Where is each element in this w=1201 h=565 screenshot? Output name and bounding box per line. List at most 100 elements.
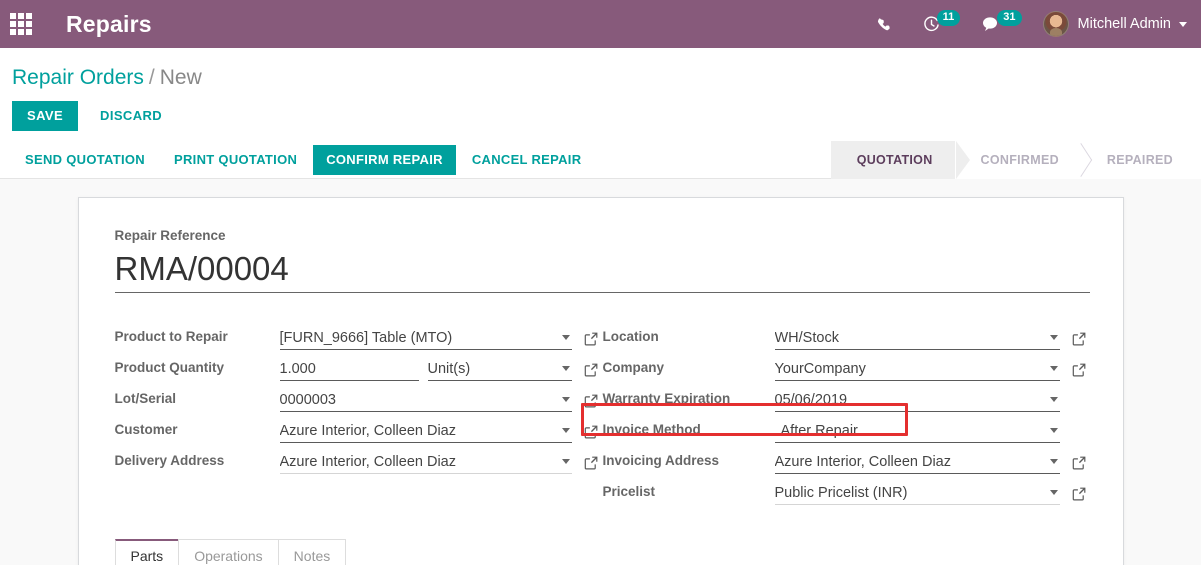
form-row-company: Company YourCompany <box>603 350 1087 381</box>
form-row-invoicing-address: Invoicing Address Azure Interior, Colleen… <box>603 443 1087 474</box>
form-row-invoice-method: Invoice Method After Repair <box>603 412 1087 443</box>
chevron-down-icon[interactable] <box>1049 335 1058 340</box>
avatar <box>1042 11 1069 37</box>
external-link-icon[interactable] <box>583 455 599 471</box>
external-link-icon[interactable] <box>583 393 599 409</box>
status-step-repaired[interactable]: REPAIRED <box>1080 141 1201 179</box>
chevron-down-icon[interactable] <box>561 459 570 464</box>
repair-reference-input[interactable]: RMA/00004 <box>114 249 1090 293</box>
save-discard-row: SAVE DISCARD <box>0 92 1201 141</box>
chevron-down-icon[interactable] <box>1049 397 1058 402</box>
activity-count-badge: 11 <box>936 10 961 26</box>
notebook-tabs: Parts Operations Notes <box>114 539 1087 565</box>
user-menu[interactable]: Mitchell Admin <box>1033 0 1193 48</box>
external-link-icon[interactable] <box>1071 331 1087 347</box>
field-value-invoice-method: After Repair <box>780 423 858 439</box>
chevron-down-icon[interactable] <box>1049 428 1058 433</box>
save-button[interactable]: SAVE <box>12 101 79 131</box>
phone-button[interactable] <box>866 0 912 48</box>
action-button-send-quotation[interactable]: SEND QUOTATION <box>12 145 158 175</box>
repair-reference-label: Repair Reference <box>114 228 226 243</box>
field-label-location: Location <box>602 329 659 344</box>
form-column-right: Location WH/Stock Company YourCompany Warran… <box>603 319 1087 505</box>
messages-button[interactable]: 31 <box>971 0 1032 48</box>
external-link-icon[interactable] <box>583 424 599 440</box>
field-input-location[interactable]: WH/Stock <box>774 330 1060 350</box>
breadcrumb-separator: / <box>148 66 155 89</box>
field-value-pricelist: Public Pricelist (INR) <box>774 485 908 501</box>
form-row-customer: Customer Azure Interior, Colleen Diaz <box>115 412 599 443</box>
phone-icon <box>877 17 892 32</box>
control-panel: Repair Orders / New SAVE DISCARD <box>0 48 1201 141</box>
field-value-delivery-address: Azure Interior, Colleen Diaz <box>279 454 457 470</box>
action-button-confirm-repair[interactable]: CONFIRM REPAIR <box>313 144 456 175</box>
form-row-delivery-address: Delivery Address Azure Interior, Colleen … <box>115 443 599 474</box>
chevron-down-icon[interactable] <box>1049 490 1058 495</box>
navbar-right-tools: 11 31 Mitchell Admin <box>866 0 1193 48</box>
breadcrumb-root-link[interactable]: Repair Orders <box>12 66 144 89</box>
chevron-down-icon[interactable] <box>561 366 570 371</box>
field-value-company: YourCompany <box>774 361 866 377</box>
breadcrumb: Repair Orders / New <box>0 58 1201 92</box>
activity-button[interactable]: 11 <box>912 0 972 48</box>
field-label-lot-serial: Lot/Serial <box>114 391 177 406</box>
action-button-cancel-repair[interactable]: CANCEL REPAIR <box>459 145 595 175</box>
form-row-pricelist: Pricelist Public Pricelist (INR) <box>603 474 1087 505</box>
field-label-invoicing-address: Invoicing Address <box>602 453 720 468</box>
field-label-pricelist: Pricelist <box>602 484 656 499</box>
field-value-warranty-expiration: 05/06/2019 <box>774 392 848 408</box>
external-link-icon[interactable] <box>1071 362 1087 378</box>
field-label-product-quantity: Product Quantity <box>114 360 225 375</box>
action-button-print-quotation[interactable]: PRINT QUOTATION <box>161 145 310 175</box>
tab-notes[interactable]: Notes <box>277 539 347 565</box>
field-input-invoice-method[interactable]: After Repair <box>774 423 1060 443</box>
field-input-uom[interactable]: Unit(s) <box>427 361 572 381</box>
field-input-delivery-address[interactable]: Azure Interior, Colleen Diaz <box>279 454 572 474</box>
status-bar: QUOTATION CONFIRMED REPAIRED <box>830 141 1201 179</box>
field-input-lot-serial[interactable]: 0000003 <box>279 392 572 412</box>
discard-button[interactable]: DISCARD <box>90 101 172 131</box>
tab-parts[interactable]: Parts <box>114 539 180 565</box>
field-value-lot-serial: 0000003 <box>279 392 336 408</box>
field-input-company[interactable]: YourCompany <box>774 361 1060 381</box>
form-sheet-area: Repair Reference RMA/00004 Product to Re… <box>0 179 1201 565</box>
field-label-warranty-expiration: Warranty Expiration <box>602 391 731 406</box>
status-step-confirmed[interactable]: CONFIRMED <box>954 141 1081 179</box>
chevron-down-icon[interactable] <box>561 335 570 340</box>
status-step-quotation[interactable]: QUOTATION <box>830 141 955 179</box>
external-link-icon[interactable] <box>1071 486 1087 502</box>
apps-grid-icon[interactable] <box>10 13 32 35</box>
field-label-invoice-method: Invoice Method <box>602 422 701 437</box>
chevron-down-icon[interactable] <box>561 428 570 433</box>
field-input-product-to-repair[interactable]: [FURN_9666] Table (MTO) <box>279 330 572 350</box>
chevron-down-icon[interactable] <box>561 397 570 402</box>
field-value-uom: Unit(s) <box>427 361 471 377</box>
top-navbar: Repairs 11 31 Mitchell Admin <box>0 0 1201 48</box>
field-label-delivery-address: Delivery Address <box>114 453 225 468</box>
field-label-product-to-repair: Product to Repair <box>114 329 228 344</box>
field-input-product-quantity[interactable]: 1.000 <box>279 361 419 381</box>
form-row-lot-serial: Lot/Serial 0000003 <box>115 381 599 412</box>
chevron-down-icon[interactable] <box>1049 366 1058 371</box>
field-input-invoicing-address[interactable]: Azure Interior, Colleen Diaz <box>774 454 1060 474</box>
form-sheet: Repair Reference RMA/00004 Product to Re… <box>77 197 1124 565</box>
field-value-customer: Azure Interior, Colleen Diaz <box>279 423 457 439</box>
field-value-product-to-repair: [FURN_9666] Table (MTO) <box>279 330 453 346</box>
field-input-pricelist[interactable]: Public Pricelist (INR) <box>774 485 1060 505</box>
action-buttons-group: SEND QUOTATION PRINT QUOTATION CONFIRM REP… <box>0 141 597 178</box>
field-value-invoicing-address: Azure Interior, Colleen Diaz <box>774 454 952 470</box>
chevron-down-icon <box>1179 21 1187 27</box>
form-row-warranty-expiration: Warranty Expiration 05/06/2019 <box>603 381 1087 412</box>
external-link-icon[interactable] <box>1071 455 1087 471</box>
field-input-customer[interactable]: Azure Interior, Colleen Diaz <box>279 423 572 443</box>
chevron-down-icon[interactable] <box>1049 459 1058 464</box>
breadcrumb-current: New <box>159 66 202 89</box>
tab-operations[interactable]: Operations <box>178 539 279 565</box>
external-link-icon[interactable] <box>583 331 599 347</box>
field-value-location: WH/Stock <box>774 330 839 346</box>
user-name-label: Mitchell Admin <box>1077 16 1171 32</box>
messages-count-badge: 31 <box>997 10 1022 26</box>
field-input-warranty-expiration[interactable]: 05/06/2019 <box>774 392 1060 412</box>
action-bar: SEND QUOTATION PRINT QUOTATION CONFIRM REP… <box>0 141 1201 179</box>
external-link-icon[interactable] <box>583 362 599 378</box>
